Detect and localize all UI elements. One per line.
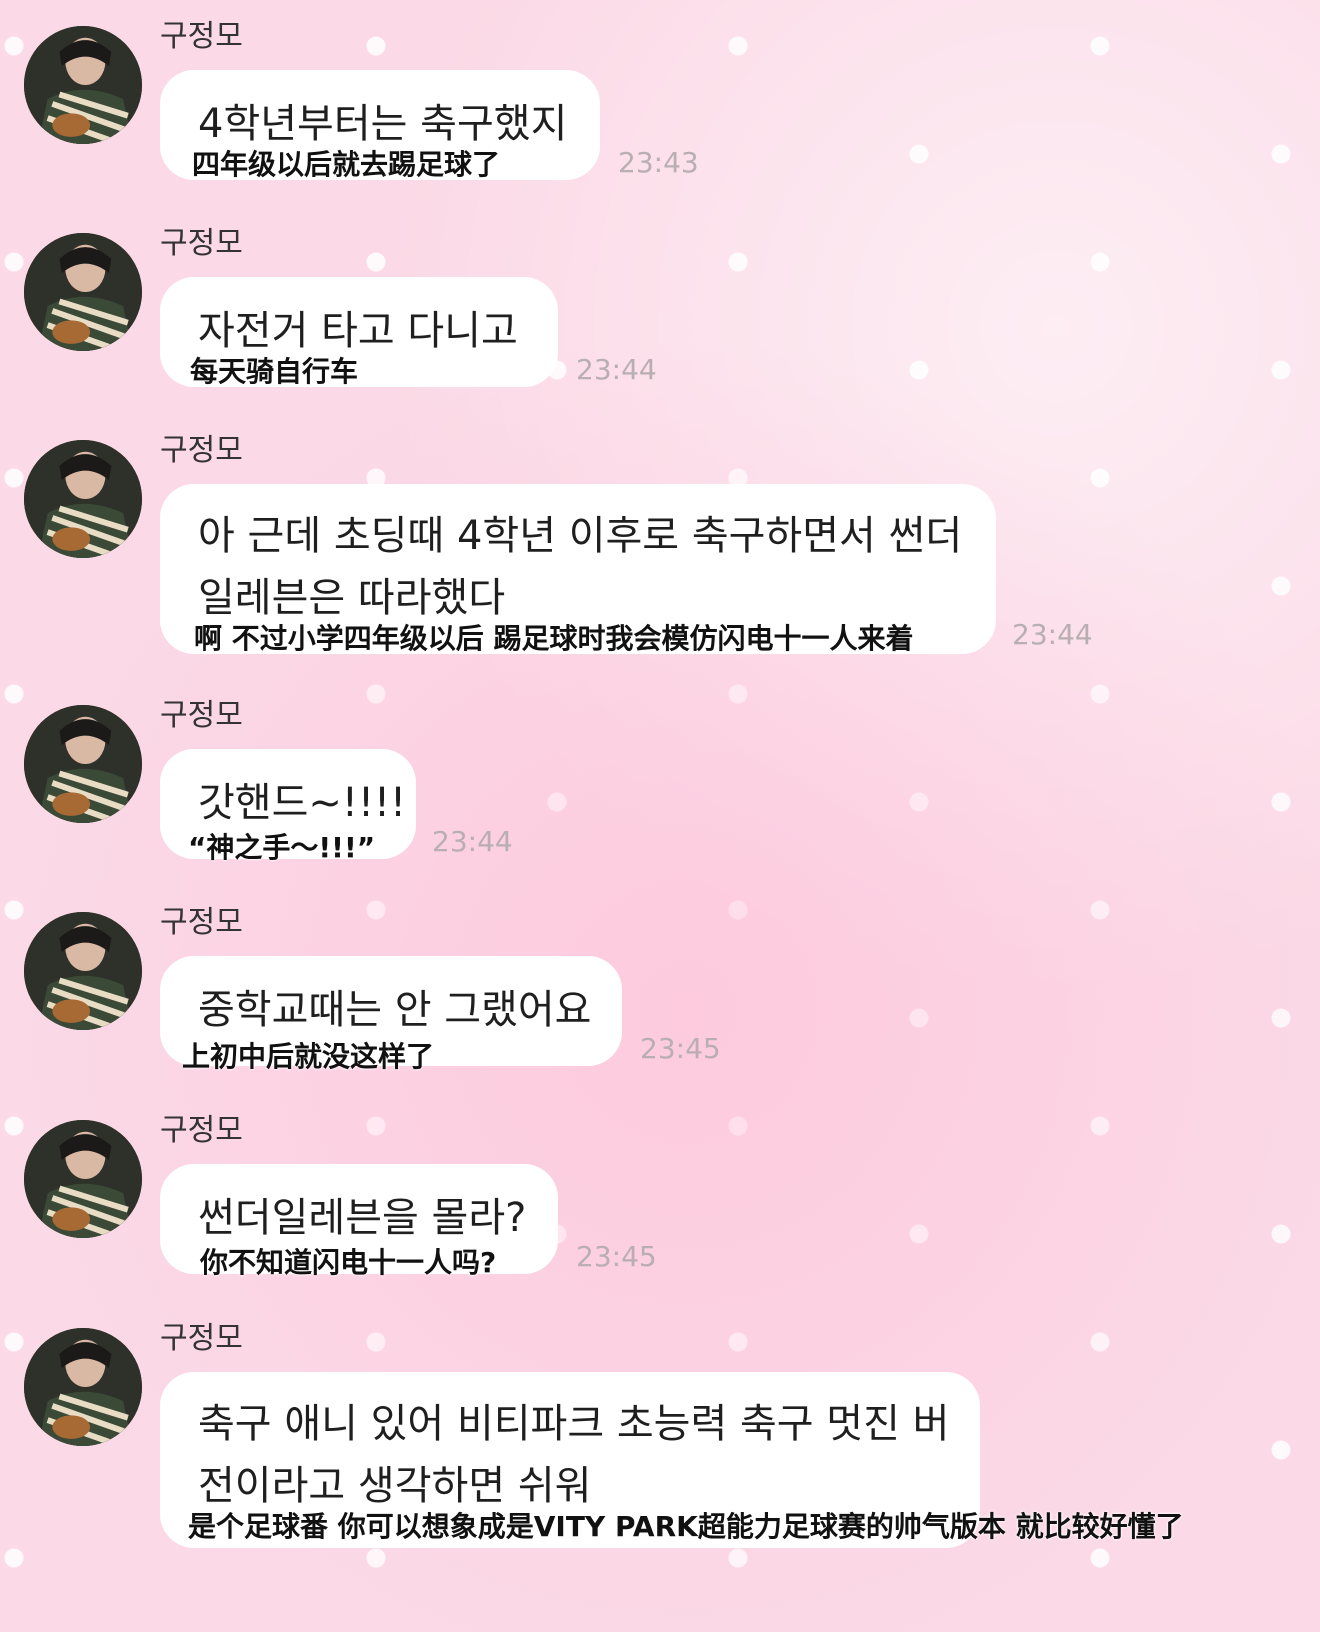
message-time: 23:45 <box>640 1032 721 1065</box>
translation-caption: 是个足球番 你可以想象成是VITY PARK超能力足球赛的帅气版本 就比较好懂了 <box>188 1510 1184 1543</box>
message-bubble[interactable]: 아 근데 초딩때 4학년 이후로 축구하면서 썬더 일레븐은 따라했다 啊 不过… <box>160 484 996 655</box>
message-text-line-1: 아 근데 초딩때 4학년 이후로 축구하면서 썬더 <box>198 513 963 559</box>
avatar[interactable] <box>24 705 142 823</box>
avatar[interactable] <box>24 1120 142 1238</box>
translation-caption: 上初中后就没这样了 <box>182 1040 435 1073</box>
sender-name: 구정모 <box>160 1321 243 1356</box>
avatar[interactable] <box>24 26 142 144</box>
translation-caption: 每天骑自行车 <box>190 355 359 388</box>
message-text-line-2: 전이라고 생각하면 쉬워 <box>198 1463 592 1509</box>
avatar[interactable] <box>24 1328 142 1446</box>
sender-name: 구정모 <box>160 698 243 733</box>
message-bubble[interactable]: 썬더일레븐을 몰라? 你不知道闪电十一人吗? <box>160 1164 558 1279</box>
message-bubble[interactable]: 4학년부터는 축구했지 四年级以后就去踢足球了 <box>160 70 600 181</box>
avatar[interactable] <box>24 440 142 558</box>
sender-name: 구정모 <box>160 1113 243 1148</box>
message-time: 23:43 <box>618 146 699 179</box>
translation-caption: 啊 不过小学四年级以后 踢足球时我会模仿闪电十一人来着 <box>194 622 914 655</box>
sender-name: 구정모 <box>160 433 243 468</box>
message-time: 23:44 <box>1012 618 1093 651</box>
message-text: 갓핸드~!!!! <box>198 780 407 826</box>
avatar[interactable] <box>24 233 142 351</box>
sender-name: 구정모 <box>160 19 243 54</box>
message-text: 썬더일레븐을 몰라? <box>198 1195 527 1241</box>
translation-caption: “神之手～!!!” <box>188 831 376 864</box>
avatar[interactable] <box>24 912 142 1030</box>
message-bubble[interactable]: 갓핸드~!!!! “神之手～!!!” <box>160 749 416 864</box>
message-time: 23:45 <box>576 1240 657 1273</box>
message-bubble[interactable]: 중학교때는 안 그랬어요 上初中后就没这样了 <box>160 956 622 1073</box>
message-text: 자전거 타고 다니고 <box>198 308 518 354</box>
message-text-line-1: 축구 애니 있어 비티파크 초능력 축구 멋진 버 <box>198 1401 950 1447</box>
translation-caption: 四年级以后就去踢足球了 <box>192 148 501 181</box>
sender-name: 구정모 <box>160 226 243 261</box>
message-time: 23:44 <box>576 353 657 386</box>
message-text: 중학교때는 안 그랬어요 <box>198 987 592 1033</box>
sender-name: 구정모 <box>160 905 243 940</box>
translation-caption: 你不知道闪电十一人吗? <box>200 1246 497 1279</box>
message-bubble[interactable]: 자전거 타고 다니고 每天骑自行车 <box>160 277 558 388</box>
message-text: 4학년부터는 축구했지 <box>198 101 568 147</box>
message-time: 23:44 <box>432 825 513 858</box>
message-text-line-2: 일레븐은 따라했다 <box>198 575 506 621</box>
